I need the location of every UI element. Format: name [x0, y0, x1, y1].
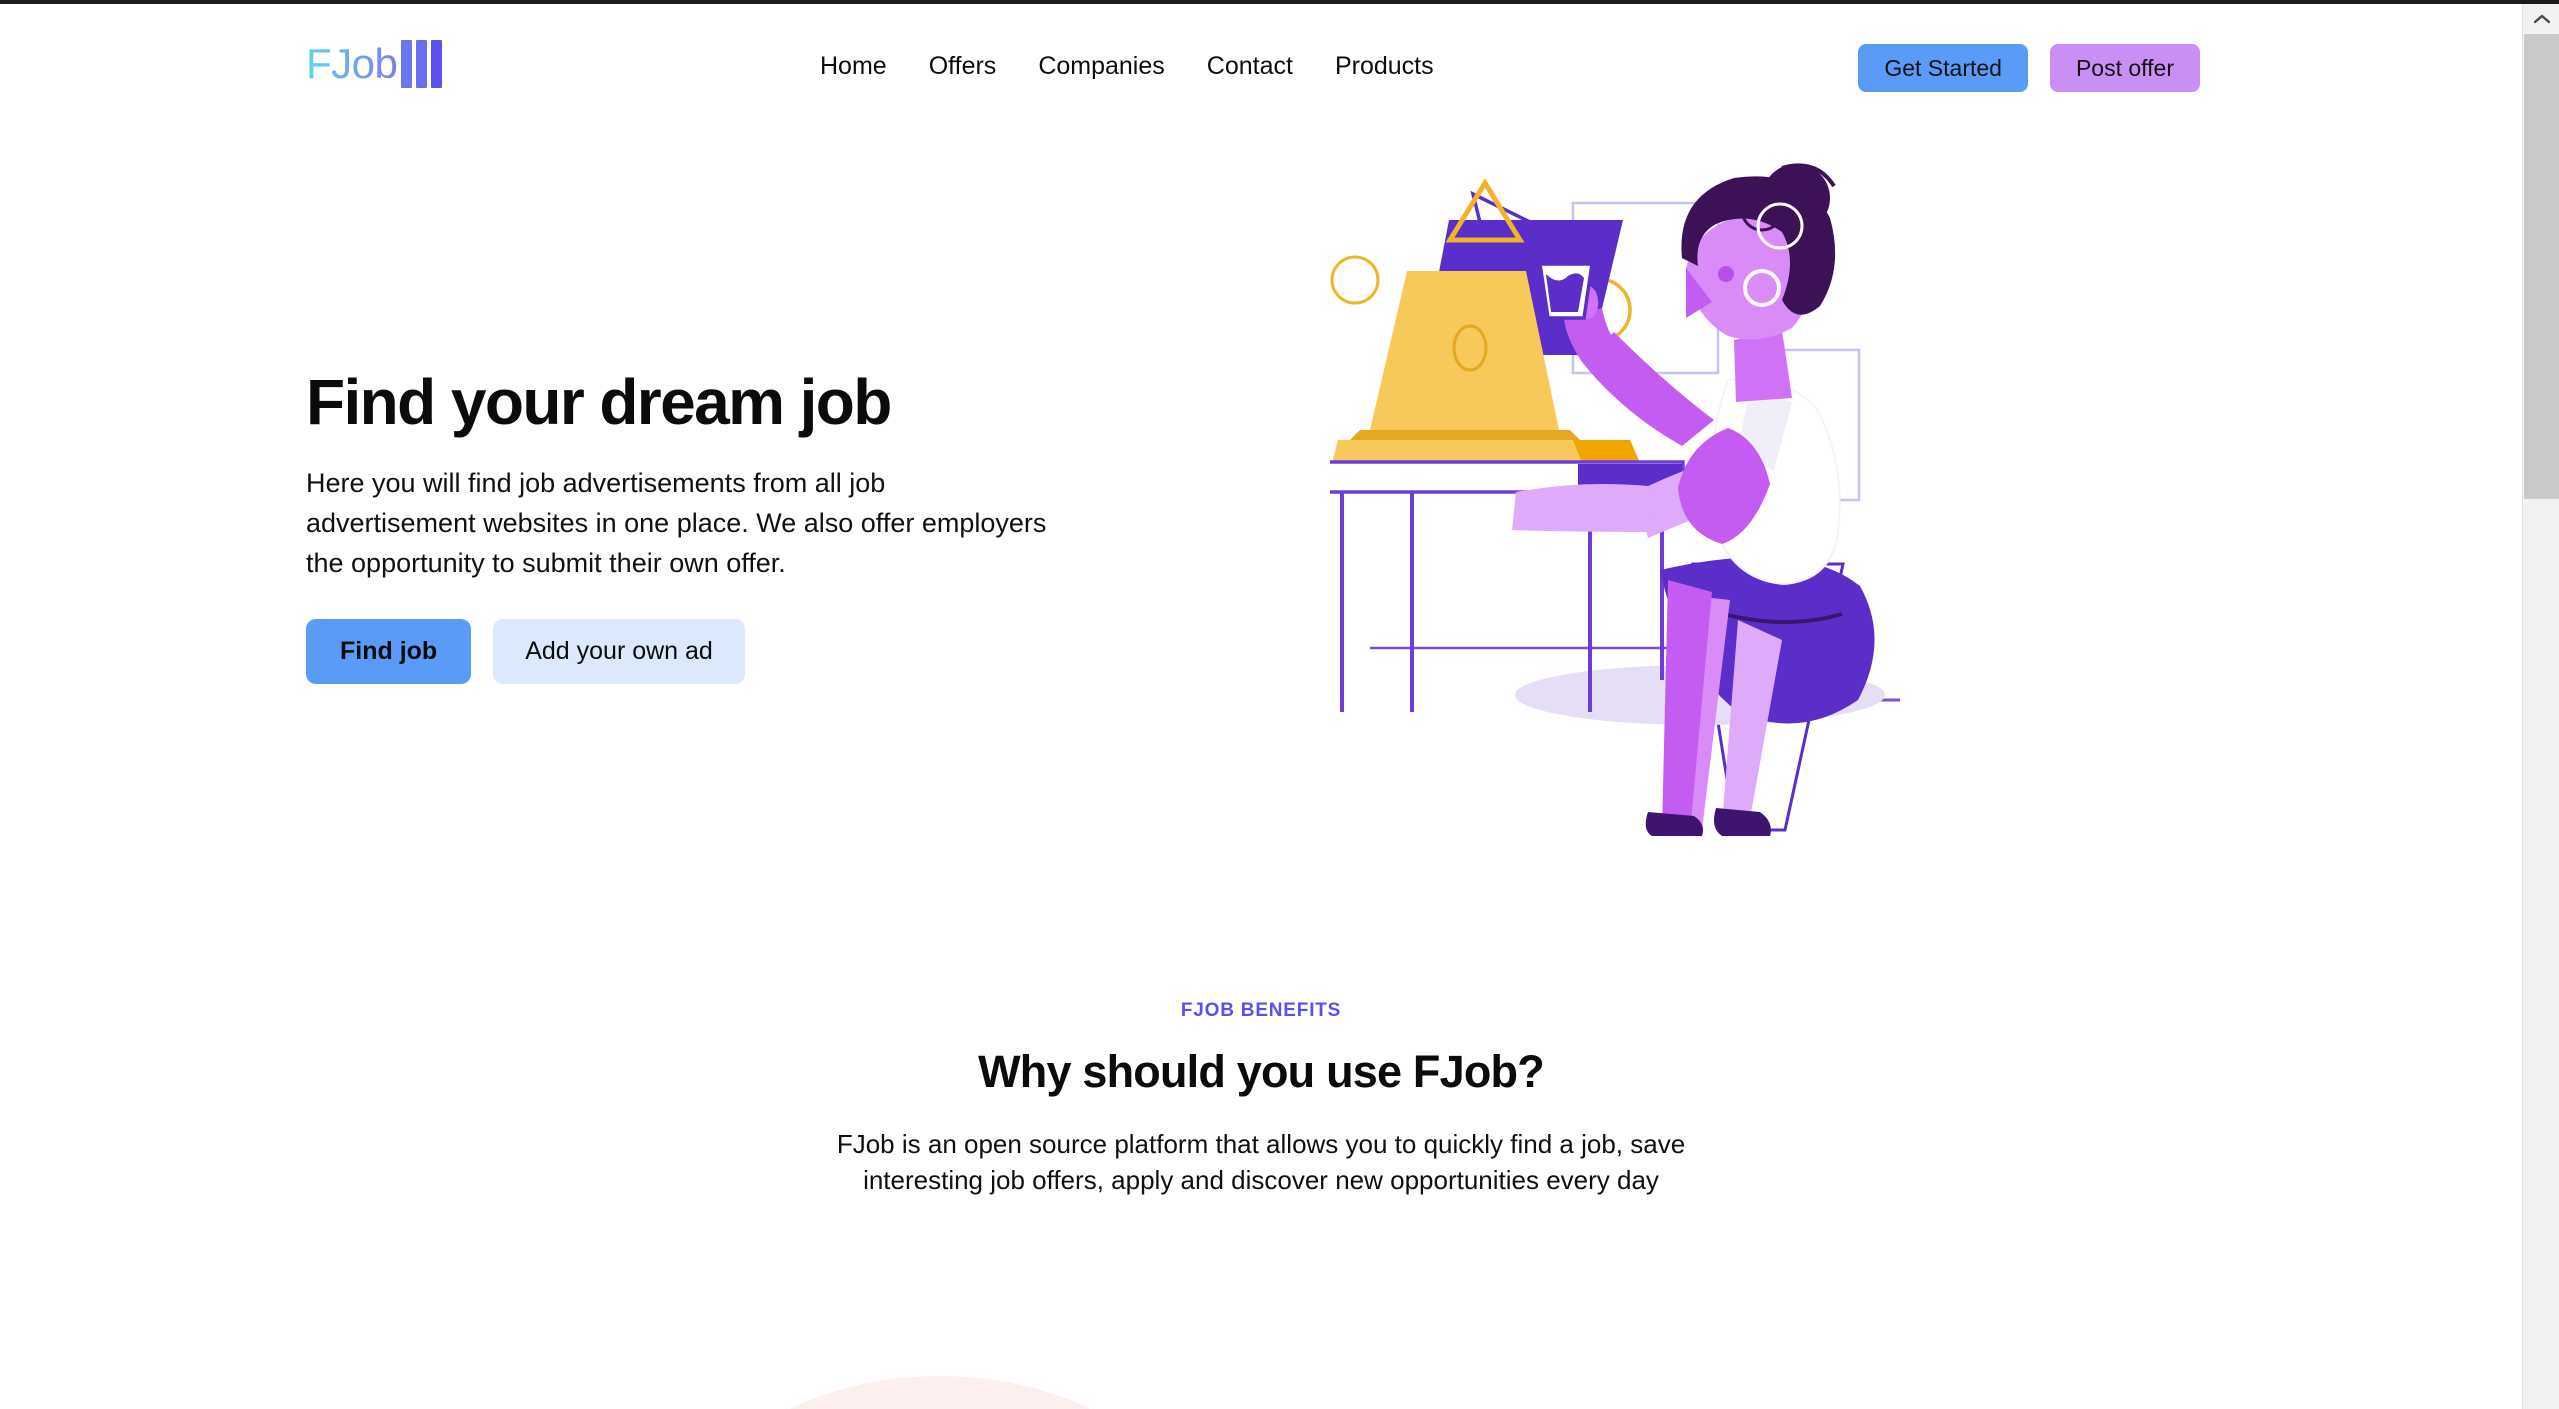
- laptop-screen: [1370, 271, 1559, 430]
- post-offer-button[interactable]: Post offer: [2049, 44, 2200, 92]
- nav-item-contact[interactable]: Contact: [1207, 50, 1293, 82]
- vertical-scrollbar[interactable]: [2522, 4, 2559, 1409]
- benefits-description: FJob is an open source platform that all…: [836, 1129, 1686, 1195]
- main-navigation: Home Offers Companies Contact Products: [820, 50, 1434, 82]
- hero-description: Here you will find job advertisements fr…: [306, 468, 1047, 579]
- desk-leg-1: [1340, 492, 1344, 712]
- hero-illustration: [1323, 140, 2110, 940]
- get-started-button[interactable]: Get Started: [1858, 44, 2028, 92]
- brand-logo[interactable]: FJob: [306, 40, 443, 88]
- character-neck: [1734, 330, 1792, 402]
- character-cheek: [1718, 266, 1734, 282]
- hero-section: Find your dream job Here you will find j…: [0, 120, 2522, 1000]
- benefits-eyebrow: FJOB BENEFITS: [1180, 1000, 1342, 1021]
- nav-item-companies[interactable]: Companies: [1038, 50, 1164, 82]
- brand-wordmark: FJob: [306, 40, 398, 87]
- site-header: FJob Home Offers Companies Contact Produ…: [0, 4, 2522, 120]
- brand-bar-2: [416, 40, 428, 88]
- find-job-button[interactable]: Find job: [306, 619, 472, 685]
- character-shoe-right: [1714, 808, 1771, 836]
- page-viewport: FJob Home Offers Companies Contact Produ…: [0, 4, 2522, 1409]
- deco-circle-yellow-small: [1330, 255, 1380, 305]
- header-actions: Get Started Post offer: [1858, 44, 2200, 92]
- brand-bars-icon: [401, 40, 443, 88]
- benefits-title: Why should you use FJob?: [978, 1046, 1545, 1097]
- desk-leg-2: [1410, 492, 1414, 712]
- brand-bar-1: [401, 40, 413, 88]
- scrollbar-thumb[interactable]: [2524, 34, 2559, 499]
- nav-item-products[interactable]: Products: [1335, 50, 1434, 82]
- brand-bar-3: [431, 40, 443, 88]
- nav-item-home[interactable]: Home: [820, 50, 887, 82]
- character-hair-bun: [1762, 164, 1830, 232]
- glass-liquid: [1546, 273, 1584, 312]
- add-your-own-ad-button[interactable]: Add your own ad: [493, 619, 745, 685]
- character-forearm-far: [1512, 484, 1652, 532]
- hero-buttons: Find job Add your own ad: [306, 619, 1096, 685]
- hero-title: Find your dream job: [306, 366, 892, 438]
- hero-copy: Find your dream job Here you will find j…: [306, 366, 1096, 685]
- decorative-pink-blob: [690, 1376, 1190, 1409]
- nav-item-offers[interactable]: Offers: [929, 50, 997, 82]
- laptop-base-shadow: [1573, 440, 1640, 463]
- benefits-section: FJOB BENEFITS Why should you use FJob? F…: [0, 1000, 2522, 1198]
- scroll-up-arrow-icon[interactable]: [2523, 4, 2559, 34]
